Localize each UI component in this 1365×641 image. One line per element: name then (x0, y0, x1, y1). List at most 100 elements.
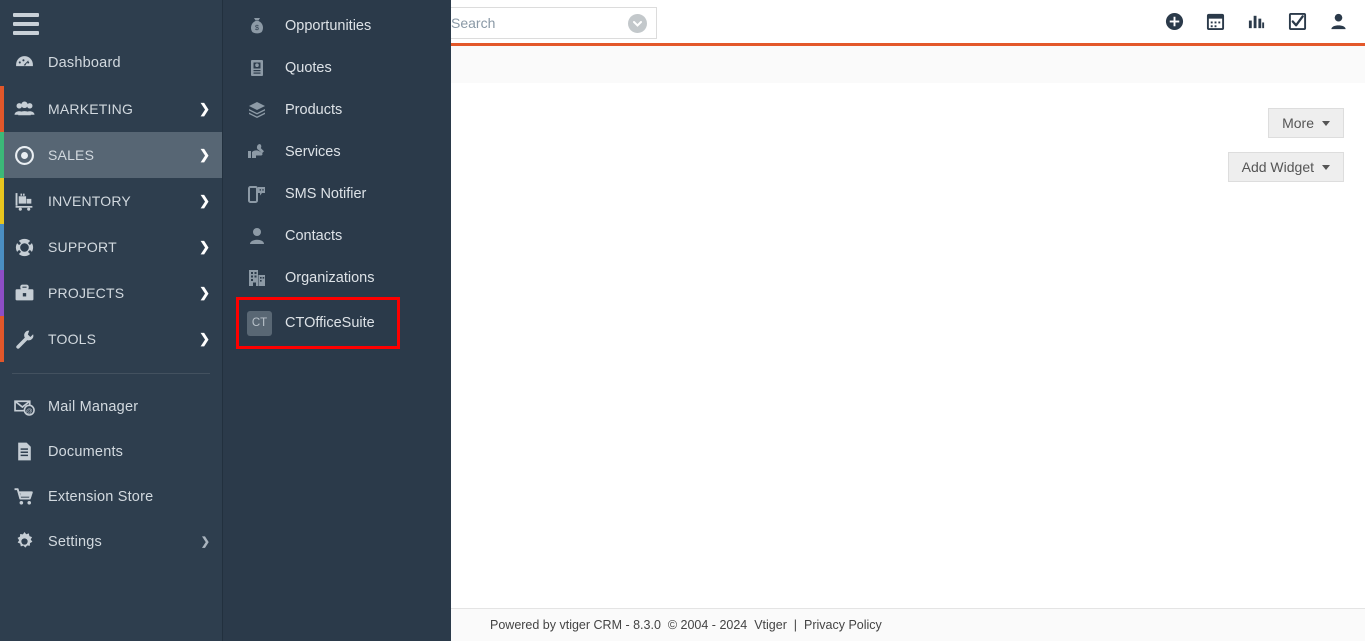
submenu-item-quotes[interactable]: Quotes (223, 47, 451, 89)
submenu-item-label: Contacts (285, 228, 343, 244)
submenu-item-opportunities[interactable]: $ Opportunities (223, 5, 451, 47)
chevron-right-icon: ❯ (199, 147, 210, 162)
services-hand-wrench-icon (247, 142, 279, 162)
category-accent-bar (0, 178, 4, 224)
svg-text:@: @ (26, 408, 33, 415)
analytics-icon[interactable] (1236, 0, 1277, 43)
primary-sidebar: Dashboard MARKETING ❯ SALES ❯ INVENTORY … (0, 0, 223, 641)
organizations-building-icon (247, 268, 279, 288)
submenu-item-label: Opportunities (285, 18, 372, 34)
category-accent-bar (0, 86, 4, 132)
sidebar-item-label: SALES (48, 147, 95, 163)
support-lifebuoy-icon (14, 237, 44, 258)
tasks-checkbox-icon[interactable] (1277, 0, 1318, 43)
chevron-down-circle-icon[interactable] (628, 14, 647, 33)
sidebar-item-label: SUPPORT (48, 239, 117, 255)
category-accent-bar (0, 132, 4, 178)
add-record-icon[interactable] (1154, 0, 1195, 43)
documents-file-icon (14, 441, 44, 462)
submenu-item-organizations[interactable]: Organizations (223, 257, 451, 299)
submenu-item-label: Services (285, 144, 341, 160)
submenu-item-label: CTOfficeSuite (285, 315, 375, 331)
sidebar-item-documents[interactable]: Documents (0, 429, 222, 474)
sidebar-item-marketing[interactable]: MARKETING ❯ (0, 86, 222, 132)
submenu-item-services[interactable]: Services (223, 131, 451, 173)
submenu-item-contacts[interactable]: Contacts (223, 215, 451, 257)
inventory-truck-icon (14, 191, 44, 212)
money-bag-icon: $ (247, 16, 279, 36)
user-profile-icon[interactable] (1318, 0, 1359, 43)
sidebar-item-tools[interactable]: TOOLS ❯ (0, 316, 222, 362)
marketing-people-icon (14, 99, 44, 120)
hamburger-line (13, 13, 39, 17)
sales-submenu-panel: $ Opportunities Quotes Products Services (223, 0, 451, 641)
sidebar-item-mail-manager[interactable]: @ Mail Manager (0, 384, 222, 429)
sidebar-item-label: Dashboard (48, 55, 121, 71)
sidebar-item-extension-store[interactable]: Extension Store (0, 474, 222, 519)
sidebar-item-label: TOOLS (48, 331, 97, 347)
chevron-right-icon: ❯ (199, 193, 210, 208)
main-content-area: More Add Widget (451, 46, 1365, 641)
calendar-icon[interactable] (1195, 0, 1236, 43)
sidebar-item-label: Mail Manager (48, 398, 139, 415)
footer-powered-by: Powered by vtiger CRM - 8.3.0 © 2004 - 2… (490, 618, 804, 632)
search-input[interactable] (451, 9, 611, 37)
global-search-box[interactable] (450, 7, 657, 39)
ct-badge-text: CT (247, 310, 272, 336)
sidebar-item-dashboard[interactable]: Dashboard (0, 40, 222, 86)
sales-target-icon (14, 145, 44, 166)
sidebar-item-label: MARKETING (48, 101, 134, 117)
category-accent-bar (0, 224, 4, 270)
dashboard-gauge-icon (14, 53, 44, 74)
add-widget-button[interactable]: Add Widget (1227, 152, 1344, 182)
hamburger-line (13, 22, 39, 26)
submenu-item-ctofficesuite[interactable]: CT CTOfficeSuite (236, 297, 400, 349)
extension-store-cart-icon (14, 486, 44, 507)
submenu-item-label: Organizations (285, 270, 375, 286)
page-footer: Powered by vtiger CRM - 8.3.0 © 2004 - 2… (451, 608, 1365, 641)
chevron-right-icon: ❯ (199, 285, 210, 300)
submenu-item-label: Products (285, 102, 343, 118)
sidebar-item-label: Settings (48, 533, 102, 550)
quote-document-icon (247, 58, 279, 78)
chevron-down-icon (1322, 120, 1330, 126)
sms-phone-icon (247, 184, 279, 204)
hamburger-icon[interactable] (0, 0, 46, 35)
sidebar-item-label: Documents (48, 443, 124, 460)
submenu-item-label: Quotes (285, 60, 332, 76)
sidebar-item-sales[interactable]: SALES ❯ (0, 132, 222, 178)
projects-briefcase-icon (14, 283, 44, 304)
sidebar-item-label: INVENTORY (48, 193, 131, 209)
tools-wrench-icon (14, 329, 44, 350)
footer-text: Powered by vtiger CRM - 8.3.0 © 2004 - 2… (490, 618, 882, 632)
widget-action-buttons: More Add Widget (1227, 108, 1344, 182)
submenu-item-products[interactable]: Products (223, 89, 451, 131)
products-box-icon (247, 100, 279, 120)
submenu-item-sms-notifier[interactable]: SMS Notifier (223, 173, 451, 215)
contact-person-icon (247, 226, 279, 246)
sidebar-item-inventory[interactable]: INVENTORY ❯ (0, 178, 222, 224)
chevron-right-icon: ❯ (200, 536, 210, 548)
privacy-policy-link[interactable]: Privacy Policy (804, 618, 882, 632)
settings-gear-icon (14, 531, 44, 552)
svg-text:$: $ (255, 25, 259, 32)
vtiger-crm-app: More Add Widget Powered by vtiger CRM - … (0, 0, 1365, 641)
category-accent-bar (0, 270, 4, 316)
sidebar-item-label: PROJECTS (48, 285, 125, 301)
chevron-right-icon: ❯ (199, 331, 210, 346)
sidebar-item-projects[interactable]: PROJECTS ❯ (0, 270, 222, 316)
chevron-right-icon: ❯ (199, 239, 210, 254)
category-accent-bar (0, 316, 4, 362)
more-button-label: More (1282, 115, 1314, 131)
sidebar-item-support[interactable]: SUPPORT ❯ (0, 224, 222, 270)
sidebar-item-settings[interactable]: Settings ❯ (0, 519, 222, 564)
more-button[interactable]: More (1268, 108, 1344, 138)
mail-at-icon: @ (14, 396, 44, 417)
hamburger-line (13, 31, 39, 35)
chevron-right-icon: ❯ (199, 101, 210, 116)
sidebar-item-label: Extension Store (48, 488, 154, 505)
ct-badge-icon: CT (247, 310, 279, 336)
chevron-down-icon (1322, 164, 1330, 170)
add-widget-button-label: Add Widget (1241, 159, 1314, 175)
sidebar-divider (12, 373, 210, 374)
